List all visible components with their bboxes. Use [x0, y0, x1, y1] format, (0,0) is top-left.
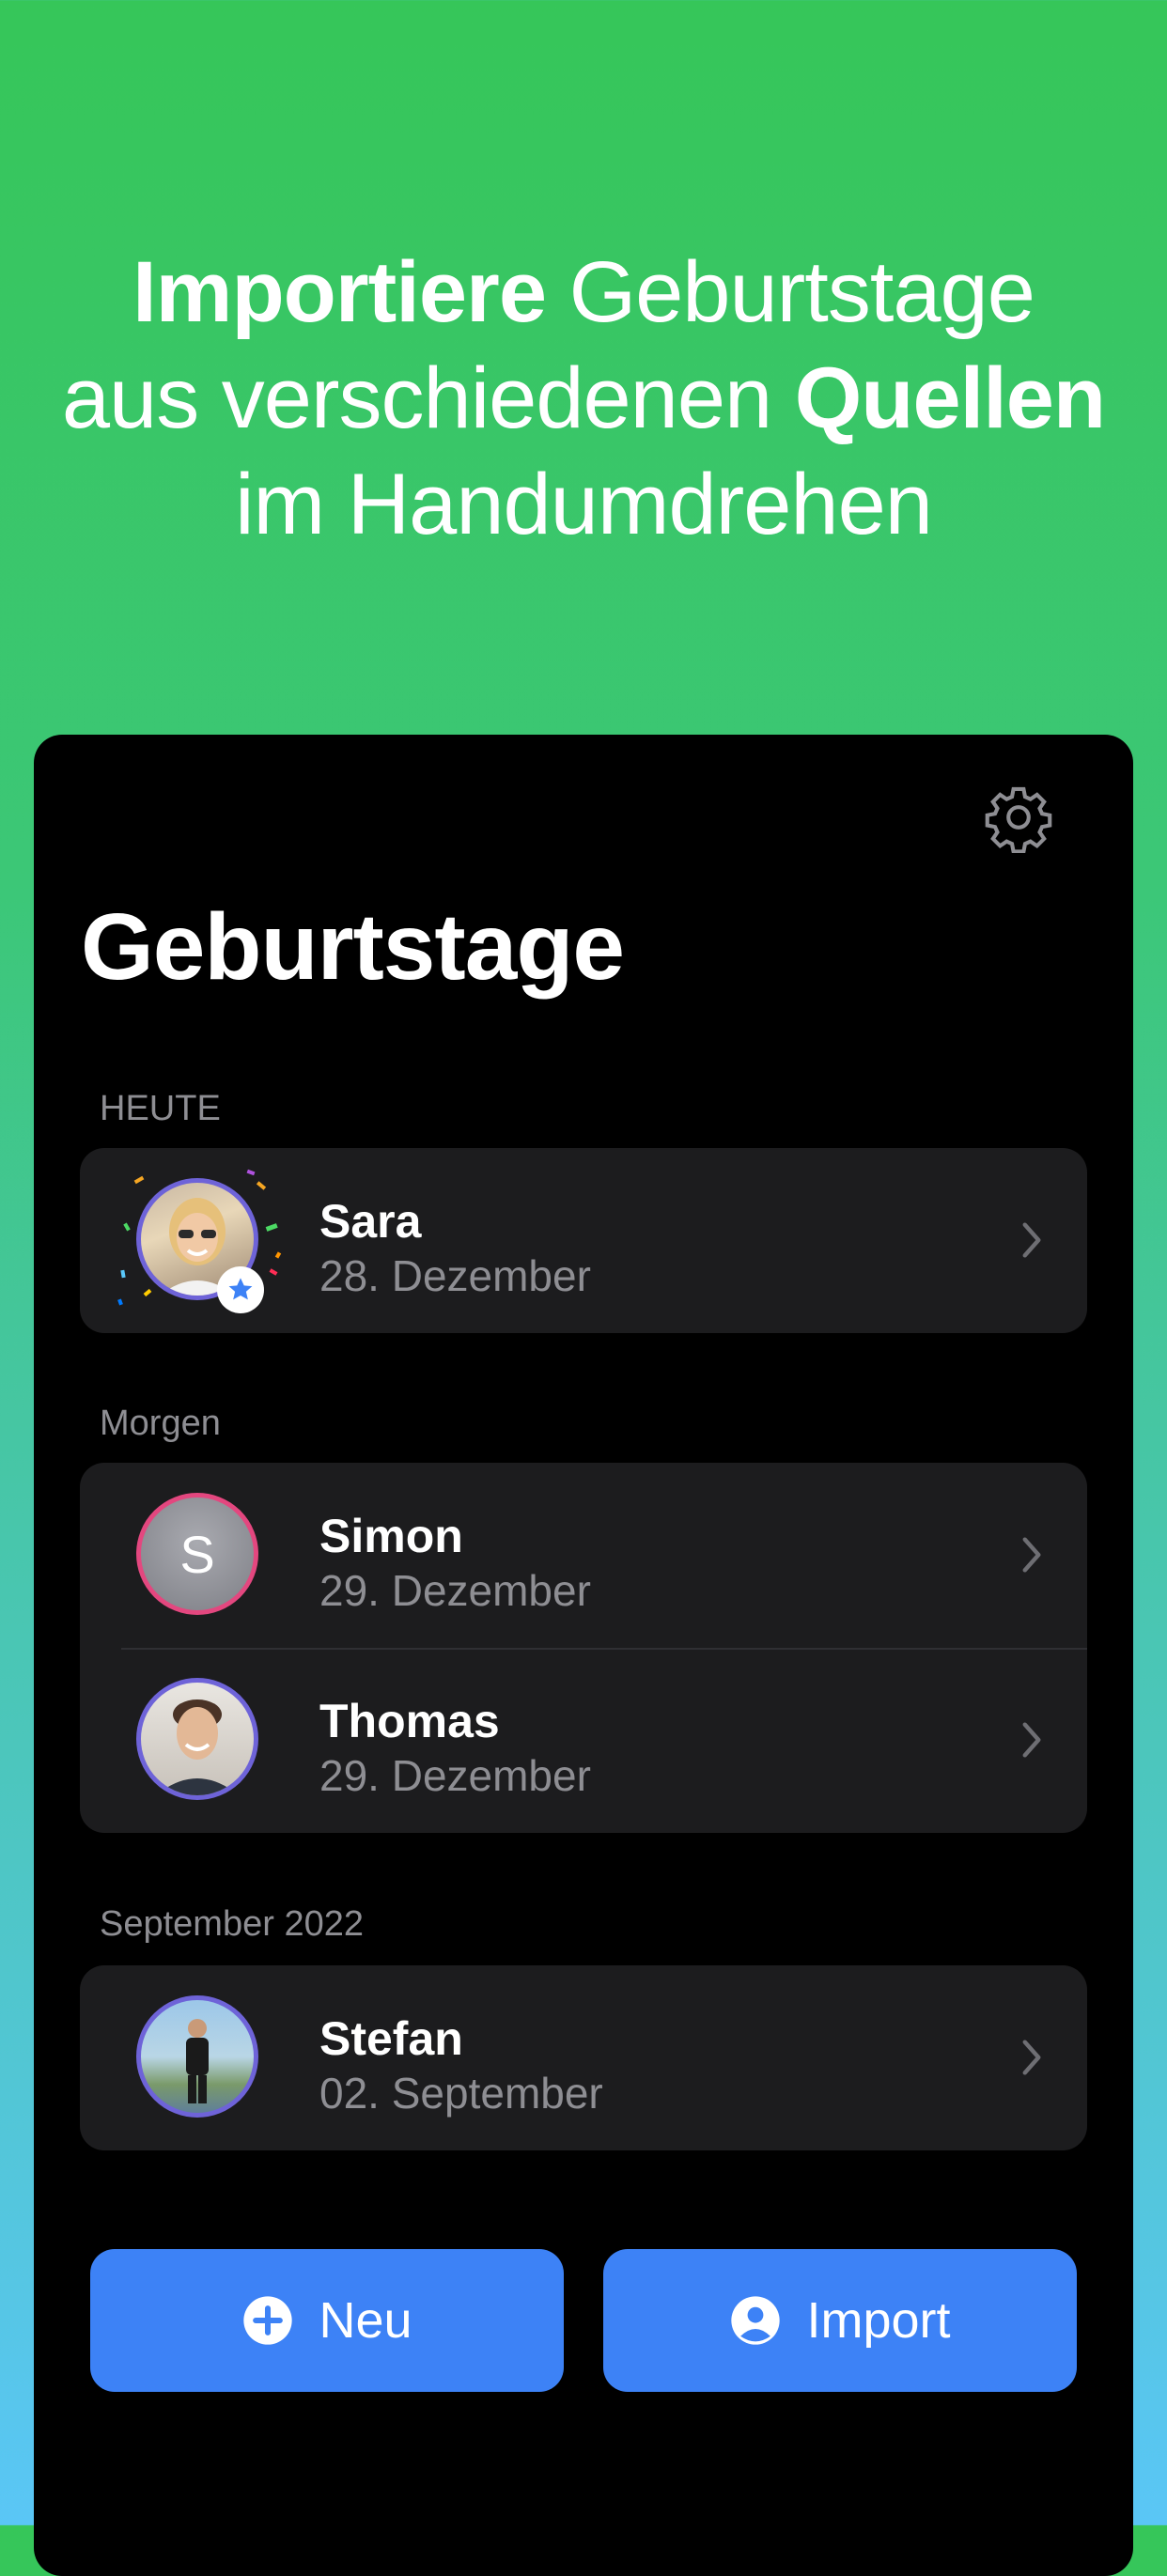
- chevron-right-icon: [1022, 2040, 1041, 2075]
- avatar: S: [136, 1493, 258, 1615]
- list-item[interactable]: Thomas 29. Dezember: [80, 1648, 1087, 1833]
- list-item[interactable]: S Simon 29. Dezember: [80, 1463, 1087, 1648]
- person-circle-icon: [731, 2296, 781, 2345]
- birthday-date: 29. Dezember: [319, 1566, 591, 1615]
- favorite-badge: [217, 1266, 264, 1313]
- avatar: [136, 1678, 258, 1800]
- card-today: Sara 28. Dezember: [80, 1148, 1087, 1333]
- person-name: Sara: [319, 1195, 422, 1248]
- page-title: Geburtstage: [81, 894, 625, 1000]
- section-header-tomorrow: Morgen: [100, 1404, 221, 1443]
- headline-text-1: Geburtstage: [568, 244, 1035, 340]
- star-icon: [228, 1278, 253, 1300]
- chevron-right-icon: [1022, 1722, 1041, 1758]
- birthday-date: 29. Dezember: [319, 1751, 591, 1800]
- person-name: Thomas: [319, 1695, 500, 1747]
- new-button[interactable]: Neu: [90, 2249, 564, 2392]
- import-button-label: Import: [806, 2292, 951, 2349]
- new-button-label: Neu: [319, 2292, 412, 2349]
- card-september: Stefan 02. September: [80, 1965, 1087, 2150]
- birthday-date: 02. September: [319, 2069, 603, 2118]
- headline-text-3: im Handumdrehen: [235, 457, 933, 552]
- import-button[interactable]: Import: [603, 2249, 1077, 2392]
- birthday-date: 28. Dezember: [319, 1251, 591, 1300]
- section-header-today: HEUTE: [100, 1089, 221, 1128]
- person-name: Stefan: [319, 2012, 463, 2065]
- list-item[interactable]: Stefan 02. September: [80, 1965, 1087, 2150]
- gear-icon[interactable]: [983, 782, 1054, 853]
- section-header-september: September 2022: [100, 1904, 364, 1944]
- avatar: [136, 1995, 258, 2118]
- list-item[interactable]: Sara 28. Dezember: [80, 1148, 1087, 1333]
- headline-text-2: aus verschiedenen: [61, 350, 772, 446]
- headline-bold-1: Importiere: [132, 244, 547, 340]
- plus-circle-icon: [243, 2296, 293, 2345]
- chevron-right-icon: [1022, 1222, 1041, 1258]
- person-name: Simon: [319, 1510, 463, 1562]
- chevron-right-icon: [1022, 1537, 1041, 1573]
- headline-bold-2: Quellen: [794, 350, 1106, 446]
- card-tomorrow: S Simon 29. Dezember Thomas 29. Dezember: [80, 1463, 1087, 1833]
- promo-headline: Importiere Geburtstage aus verschiedenen…: [0, 240, 1167, 558]
